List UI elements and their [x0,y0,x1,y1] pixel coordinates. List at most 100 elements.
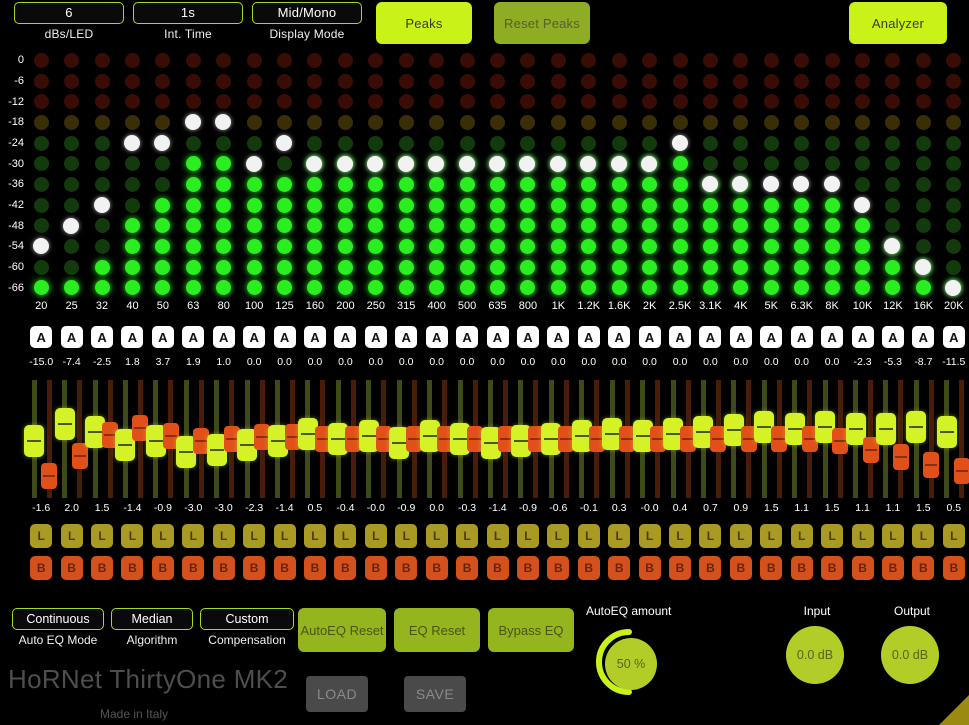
band-link-button[interactable]: L [182,524,204,548]
analyzer-button[interactable]: Analyzer [849,2,947,44]
band-link-button[interactable]: L [456,524,478,548]
band-bypass-button[interactable]: B [821,556,843,580]
auto-band-button[interactable]: A [882,326,904,348]
band-bypass-button[interactable]: B [304,556,326,580]
auto-band-button[interactable]: A [760,326,782,348]
bypass-eq-button[interactable]: Bypass EQ [488,608,574,652]
auto-band-button[interactable]: A [608,326,630,348]
auto-band-button[interactable]: A [152,326,174,348]
band-bypass-button[interactable]: B [182,556,204,580]
eq-reset-button[interactable]: EQ Reset [394,608,480,652]
band-bypass-button[interactable]: B [152,556,174,580]
auto-band-button[interactable]: A [487,326,509,348]
autoeq-reset-button[interactable]: AutoEQ Reset [298,608,386,652]
auto-band-button[interactable]: A [912,326,934,348]
band-bypass-button[interactable]: B [730,556,752,580]
dbs-per-led-value[interactable]: 6 [14,2,124,24]
band-bypass-button[interactable]: B [426,556,448,580]
auto-band-button[interactable]: A [334,326,356,348]
auto-band-button[interactable]: A [699,326,721,348]
band-link-button[interactable]: L [882,524,904,548]
band-link-button[interactable]: L [487,524,509,548]
band-bypass-button[interactable]: B [699,556,721,580]
eq-faders[interactable] [26,380,969,498]
auto-band-button[interactable]: A [578,326,600,348]
auto-band-button[interactable]: A [304,326,326,348]
input-knob[interactable]: Input 0.0 dB [786,604,848,694]
band-bypass-button[interactable]: B [639,556,661,580]
algorithm-value[interactable]: Median [111,608,193,630]
band-bypass-button[interactable]: B [669,556,691,580]
band-bypass-button[interactable]: B [852,556,874,580]
band-bypass-button[interactable]: B [547,556,569,580]
auto-band-button[interactable]: A [669,326,691,348]
display-mode-value[interactable]: Mid/Mono [252,2,362,24]
band-link-button[interactable]: L [517,524,539,548]
autoeq-fader[interactable] [41,463,57,489]
load-button[interactable]: LOAD [306,676,368,712]
autoeq-fader[interactable] [923,452,939,478]
band-link-button[interactable]: L [121,524,143,548]
band-bypass-button[interactable]: B [456,556,478,580]
band-bypass-button[interactable]: B [121,556,143,580]
band-bypass-button[interactable]: B [365,556,387,580]
band-link-button[interactable]: L [274,524,296,548]
spectrum-analyzer[interactable]: 0-6-12-18-24-30-36-42-48-54-60-66 [0,50,969,298]
autoeq-track[interactable] [898,380,903,498]
band-link-button[interactable]: L [152,524,174,548]
band-link-button[interactable]: L [426,524,448,548]
auto-band-button[interactable]: A [791,326,813,348]
band-link-button[interactable]: L [699,524,721,548]
band-link-button[interactable]: L [395,524,417,548]
autoeq-track[interactable] [77,380,82,498]
auto-band-button[interactable]: A [852,326,874,348]
band-bypass-button[interactable]: B [517,556,539,580]
auto-band-button[interactable]: A [182,326,204,348]
band-bypass-button[interactable]: B [91,556,113,580]
save-button[interactable]: SAVE [404,676,466,712]
band-bypass-button[interactable]: B [791,556,813,580]
band-link-button[interactable]: L [213,524,235,548]
auto-band-button[interactable]: A [517,326,539,348]
auto-band-button[interactable]: A [121,326,143,348]
auto-band-button[interactable]: A [943,326,965,348]
auto-band-button[interactable]: A [395,326,417,348]
band-link-button[interactable]: L [639,524,661,548]
peaks-button[interactable]: Peaks [376,2,472,44]
band-bypass-button[interactable]: B [61,556,83,580]
band-link-button[interactable]: L [943,524,965,548]
band-link-button[interactable]: L [852,524,874,548]
band-link-button[interactable]: L [791,524,813,548]
band-link-button[interactable]: L [304,524,326,548]
band-link-button[interactable]: L [243,524,265,548]
band-link-button[interactable]: L [730,524,752,548]
band-link-button[interactable]: L [30,524,52,548]
band-link-button[interactable]: L [547,524,569,548]
auto-band-button[interactable]: A [243,326,265,348]
band-link-button[interactable]: L [91,524,113,548]
autoeq-fader[interactable] [893,444,909,470]
band-bypass-button[interactable]: B [30,556,52,580]
band-bypass-button[interactable]: B [608,556,630,580]
auto-band-button[interactable]: A [91,326,113,348]
band-link-button[interactable]: L [334,524,356,548]
band-bypass-button[interactable]: B [243,556,265,580]
band-bypass-button[interactable]: B [213,556,235,580]
band-link-button[interactable]: L [821,524,843,548]
auto-band-button[interactable]: A [213,326,235,348]
band-bypass-button[interactable]: B [334,556,356,580]
band-bypass-button[interactable]: B [487,556,509,580]
eq-gain-fader[interactable] [24,425,44,457]
output-knob[interactable]: Output 0.0 dB [881,604,943,694]
band-bypass-button[interactable]: B [578,556,600,580]
eq-gain-fader[interactable] [876,413,896,445]
auto-eq-mode-value[interactable]: Continuous [12,608,104,630]
autoeq-amount-value[interactable]: 50 % [605,638,657,690]
auto-band-button[interactable]: A [426,326,448,348]
band-bypass-button[interactable]: B [912,556,934,580]
eq-gain-fader[interactable] [55,408,75,440]
eq-gain-fader[interactable] [906,411,926,443]
band-bypass-button[interactable]: B [882,556,904,580]
auto-band-button[interactable]: A [547,326,569,348]
band-link-button[interactable]: L [608,524,630,548]
